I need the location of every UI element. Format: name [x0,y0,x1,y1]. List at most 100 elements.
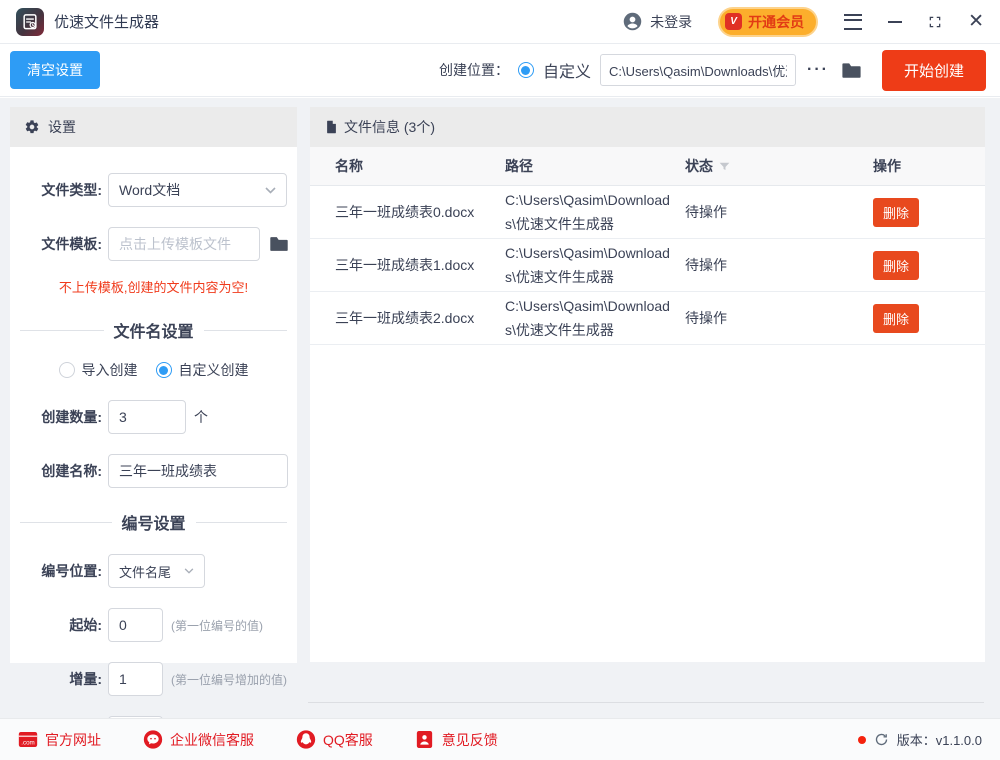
version-label: 版本：v1.1.0.0 [897,730,982,749]
template-folder-icon[interactable] [268,233,290,255]
count-unit-label: 个 [194,407,208,427]
close-icon: ✕ [968,12,984,31]
delete-button[interactable]: 删除 [873,304,919,333]
radio-custom-icon [156,362,172,378]
filename-section-title: 文件名设置 [114,318,194,342]
login-status[interactable]: 未登录 [622,11,692,32]
file-type-value: Word文档 [119,180,180,200]
user-avatar-icon [622,11,643,32]
refresh-icon[interactable] [874,732,889,747]
vip-upgrade-button[interactable]: V 开通会员 [718,7,818,37]
increment-input[interactable] [108,662,163,696]
file-name-cell: 三年一班成绩表1.docx [335,255,505,275]
number-section-header: 编号设置 [20,510,287,534]
website-icon: .com [18,730,38,750]
create-name-label: 创建名称: [20,461,102,481]
file-status-cell: 待操作 [685,308,873,328]
template-upload-input[interactable] [108,227,260,261]
chevron-down-icon [184,568,194,574]
titlebar: 优速文件生成器 未登录 V 开通会员 ✕ [0,0,1000,44]
file-table-body: 三年一班成绩表0.docx C:\Users\Qasim\Downloads\优… [310,186,985,345]
radio-import-label: 导入创建 [82,360,138,380]
custom-location-radio[interactable] [518,62,534,78]
start-number-label: 起始: [20,615,102,635]
radio-custom-create[interactable]: 自定义创建 [156,360,249,380]
increment-hint: (第一位编号增加的值) [171,671,287,688]
wechat-service-icon [143,730,163,750]
radio-custom-label: 自定义创建 [179,360,249,380]
number-position-select[interactable]: 文件名尾 [108,554,205,588]
qq-service-link[interactable]: QQ客服 [296,730,373,750]
col-path: 路径 [505,156,685,176]
file-type-label: 文件类型: [20,180,102,200]
file-type-select[interactable]: Word文档 [108,173,287,207]
file-name-cell: 三年一班成绩表2.docx [335,308,505,328]
filter-funnel-icon[interactable] [718,160,731,173]
create-location-label: 创建位置： [439,60,509,80]
svg-text:.com: .com [21,740,35,747]
qq-service-label: QQ客服 [323,730,373,750]
qq-service-icon [296,730,316,750]
vip-button-label: 开通会员 [748,12,804,32]
browse-more-button[interactable]: ··· [805,61,831,79]
number-position-value: 文件名尾 [119,562,171,581]
feedback-label: 意见反馈 [442,730,498,750]
maximize-button[interactable] [928,15,942,29]
minimize-button[interactable] [888,21,902,23]
login-status-label: 未登录 [650,12,692,32]
create-name-input[interactable] [108,454,288,488]
file-name-cell: 三年一班成绩表0.docx [335,202,505,222]
file-table-header: 名称 路径 状态 操作 [310,147,985,186]
main-area: 设置 文件类型: Word文档 文件模板: 不上传模板,创建的文件内容为空! 文… [0,98,1000,718]
output-path-input[interactable] [600,54,796,86]
col-action: 操作 [873,156,985,176]
status-dot-icon [858,736,866,744]
custom-location-radio-label: 自定义 [543,58,591,82]
create-count-input[interactable] [108,400,186,434]
radio-import-icon [59,362,75,378]
app-logo-icon [16,8,44,36]
official-website-link[interactable]: .com 官方网址 [18,730,101,750]
table-row: 三年一班成绩表0.docx C:\Users\Qasim\Downloads\优… [310,186,985,239]
number-position-label: 编号位置: [20,561,102,581]
toolbar: 清空设置 创建位置： 自定义 ··· 开始创建 [0,44,1000,97]
open-folder-icon[interactable] [840,59,863,82]
panel-bottom-divider [308,702,984,703]
file-status-cell: 待操作 [685,255,873,275]
template-label: 文件模板: [20,234,102,254]
app-title: 优速文件生成器 [54,11,159,32]
wechat-service-label: 企业微信客服 [170,730,254,750]
radio-import-create[interactable]: 导入创建 [59,360,138,380]
create-count-label: 创建数量: [20,407,102,427]
increment-label: 增量: [20,669,102,689]
wechat-service-link[interactable]: 企业微信客服 [143,730,254,750]
feedback-link[interactable]: 意见反馈 [415,730,498,750]
hamburger-icon [844,14,862,30]
settings-panel-title: 设置 [48,117,76,137]
official-website-label: 官方网址 [45,730,101,750]
file-path-cell: C:\Users\Qasim\Downloads\优速文件生成器 [505,292,685,344]
file-info-header: 文件信息 (3个) [310,107,985,147]
filename-section-header: 文件名设置 [20,318,287,342]
col-name: 名称 [335,156,505,176]
file-status-cell: 待操作 [685,202,873,222]
delete-button[interactable]: 删除 [873,251,919,280]
settings-panel: 设置 文件类型: Word文档 文件模板: 不上传模板,创建的文件内容为空! 文… [10,107,297,663]
start-create-button[interactable]: 开始创建 [882,50,986,91]
close-button[interactable]: ✕ [968,12,984,31]
file-info-panel: 文件信息 (3个) 名称 路径 状态 操作 三年一班成绩表0.docx C:\U… [310,107,985,662]
menu-button[interactable] [844,14,862,30]
no-template-warning: 不上传模板,创建的文件内容为空! [20,277,287,296]
delete-button[interactable]: 删除 [873,198,919,227]
settings-panel-header: 设置 [10,107,297,147]
file-info-title: 文件信息 (3个) [344,117,435,137]
maximize-icon [928,15,942,29]
table-row: 三年一班成绩表1.docx C:\Users\Qasim\Downloads\优… [310,239,985,292]
start-number-hint: (第一位编号的值) [171,617,263,634]
feedback-icon [415,730,435,750]
chevron-down-icon [265,187,276,194]
vip-badge-icon: V [725,13,742,30]
clear-settings-button[interactable]: 清空设置 [10,51,100,89]
start-number-input[interactable] [108,608,163,642]
minimize-icon [888,21,902,23]
